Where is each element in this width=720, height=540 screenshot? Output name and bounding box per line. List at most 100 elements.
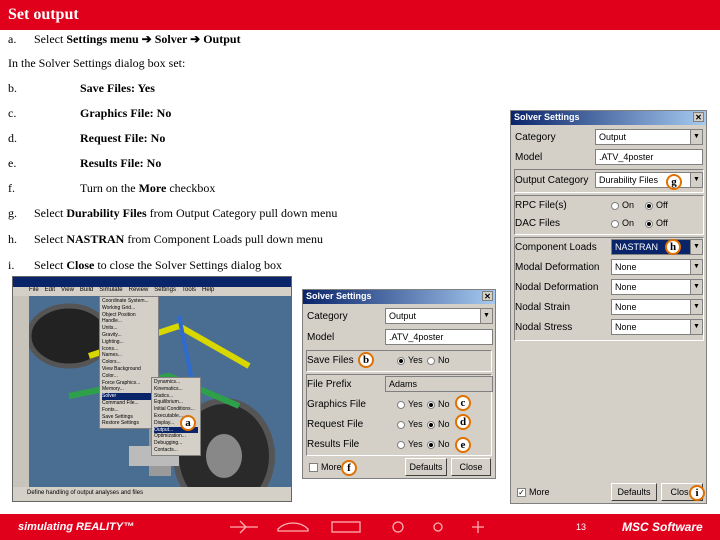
save-files-label: Save Files xyxy=(307,355,354,366)
menu-item[interactable]: Simulate xyxy=(99,287,122,293)
msc-logo: MSC Software xyxy=(622,520,703,534)
chevron-down-icon[interactable]: ▼ xyxy=(690,320,702,334)
menu-item[interactable]: Edit xyxy=(45,287,55,293)
settings-menu-item[interactable]: Memory... xyxy=(102,386,156,393)
nodal-stress-select[interactable]: None ▼ xyxy=(611,319,703,335)
step-text: checkbox xyxy=(166,181,216,195)
settings-menu-item[interactable]: Restore Settings xyxy=(102,420,156,427)
settings-menu-item[interactable]: View Background Color... xyxy=(102,366,156,380)
chevron-down-icon[interactable]: ▼ xyxy=(690,280,702,294)
chevron-down-icon[interactable]: ▼ xyxy=(690,130,702,144)
app-toolbox xyxy=(13,296,29,487)
more-checkbox[interactable]: More xyxy=(309,462,342,473)
step-text: from Component Loads pull down menu xyxy=(124,232,323,246)
menu-item[interactable]: Settings xyxy=(154,287,176,293)
output-category-select[interactable]: Durability Files ▼ xyxy=(595,172,703,188)
save-files-yes-radio[interactable]: Yes xyxy=(397,355,423,365)
dialog-title: Solver Settings xyxy=(306,291,372,301)
target-icon xyxy=(392,521,404,533)
menu-item[interactable]: View xyxy=(61,287,74,293)
rpc-off-radio[interactable]: Off xyxy=(645,200,668,210)
step-g: g. Select Durability Files from Output Ca… xyxy=(8,206,337,221)
dac-on-radio[interactable]: On xyxy=(611,218,634,228)
callout-d: d xyxy=(455,414,471,430)
solver-menu-item[interactable]: Contacts... xyxy=(154,447,198,454)
close-icon[interactable]: ✕ xyxy=(482,291,493,301)
save-files-no-radio[interactable]: No xyxy=(427,355,450,365)
settings-menu-item[interactable]: Object Position Handle... xyxy=(102,312,156,326)
modal-deformation-label: Modal Deformation xyxy=(515,262,600,273)
solver-menu-item[interactable]: Dynamics... xyxy=(154,379,198,386)
step-i: i. Select Close to close the Solver Setti… xyxy=(8,258,282,273)
model-field[interactable]: .ATV_4poster xyxy=(385,329,493,345)
category-select[interactable]: Output ▼ xyxy=(595,129,703,145)
step-e: e. Results File: No xyxy=(8,156,161,171)
graphics-no-radio[interactable]: No xyxy=(427,399,450,409)
dac-off-radio[interactable]: Off xyxy=(645,218,668,228)
slide-title: Set output xyxy=(0,0,720,30)
category-value: Output xyxy=(389,311,417,321)
nodal-strain-select[interactable]: None ▼ xyxy=(611,299,703,315)
settings-menu-item[interactable]: Gravity... xyxy=(102,332,156,339)
chevron-down-icon[interactable]: ▼ xyxy=(690,260,702,274)
step-label: g. xyxy=(8,206,17,220)
more-checkbox[interactable]: ✓ More xyxy=(517,487,550,498)
train-icon xyxy=(331,521,361,533)
results-no-radio[interactable]: No xyxy=(427,439,450,449)
settings-menu-item[interactable]: Colors... xyxy=(102,359,156,366)
menu-item[interactable]: File xyxy=(29,287,39,293)
menu-item[interactable]: Tools xyxy=(182,287,196,293)
chevron-down-icon[interactable]: ▼ xyxy=(690,173,702,187)
settings-menu-item[interactable]: Force Graphics... xyxy=(102,380,156,387)
settings-menu-item[interactable]: Save Settings xyxy=(102,414,156,421)
close-icon[interactable]: ✕ xyxy=(693,112,704,122)
menu-item[interactable]: Build xyxy=(80,287,93,293)
file-prefix-label: File Prefix xyxy=(307,379,352,390)
settings-menu-item[interactable]: Units... xyxy=(102,325,156,332)
component-loads-select[interactable]: NASTRAN ▼ xyxy=(611,239,703,255)
modal-deformation-select[interactable]: None ▼ xyxy=(611,259,703,275)
step-text: to close the Solver Settings dialog box xyxy=(94,258,282,272)
step-text: Select xyxy=(34,206,67,220)
footer-tagline: simulating REALITY™ xyxy=(18,521,135,533)
graphics-file-label: Graphics File xyxy=(307,399,366,410)
settings-menu-item[interactable]: Fonts... xyxy=(102,407,156,414)
model-field[interactable]: .ATV_4poster xyxy=(595,149,703,165)
file-prefix-field[interactable]: Adams xyxy=(385,376,493,392)
chevron-down-icon[interactable]: ▼ xyxy=(690,240,702,254)
settings-menu-item[interactable]: Command File... xyxy=(102,400,156,407)
settings-menu-item[interactable]: Lighting... xyxy=(102,339,156,346)
car-icon xyxy=(277,522,309,532)
step-text: NASTRAN xyxy=(66,232,125,246)
results-file-label: Results File xyxy=(307,439,360,450)
chevron-down-icon[interactable]: ▼ xyxy=(480,309,492,323)
solver-menu-item[interactable]: Initial Conditions... xyxy=(154,406,198,413)
close-button[interactable]: Close xyxy=(451,458,491,476)
solver-menu-item[interactable]: Kinematics... xyxy=(154,386,198,393)
step-text: Select xyxy=(34,32,67,46)
menu-item[interactable]: Review xyxy=(129,287,149,293)
request-no-radio[interactable]: No xyxy=(427,419,450,429)
rpc-on-radio[interactable]: On xyxy=(611,200,634,210)
defaults-button[interactable]: Defaults xyxy=(405,458,447,476)
person-icon xyxy=(472,521,484,533)
settings-menu-item[interactable]: Solver xyxy=(102,393,156,400)
chevron-down-icon[interactable]: ▼ xyxy=(690,300,702,314)
nodal-stress-label: Nodal Stress xyxy=(515,322,573,333)
category-select[interactable]: Output ▼ xyxy=(385,308,493,324)
graphics-yes-radio[interactable]: Yes xyxy=(397,399,423,409)
settings-menu-item[interactable]: Working Grid... xyxy=(102,305,156,312)
nodal-deformation-select[interactable]: None ▼ xyxy=(611,279,703,295)
menu-item[interactable]: Help xyxy=(202,287,214,293)
results-yes-radio[interactable]: Yes xyxy=(397,439,423,449)
step-text: Select xyxy=(34,232,67,246)
request-yes-radio[interactable]: Yes xyxy=(397,419,423,429)
solver-menu-item[interactable]: Equilibrium... xyxy=(154,399,198,406)
solver-menu-item[interactable]: Optimization... xyxy=(154,433,198,440)
settings-menu-item[interactable]: Names... xyxy=(102,352,156,359)
settings-menu-item[interactable]: Coordinate System... xyxy=(102,298,156,305)
solver-menu-item[interactable]: Statics... xyxy=(154,393,198,400)
solver-menu-item[interactable]: Debugging... xyxy=(154,440,198,447)
defaults-button[interactable]: Defaults xyxy=(611,483,657,501)
settings-menu-item[interactable]: Icons... xyxy=(102,346,156,353)
